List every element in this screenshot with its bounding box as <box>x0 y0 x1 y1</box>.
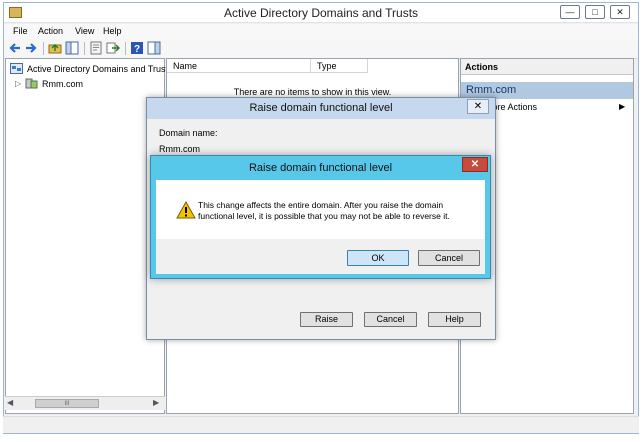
domain-name-label: Domain name: <box>159 128 218 138</box>
submenu-arrow-icon: ▶ <box>619 102 626 111</box>
cancel-button[interactable]: Cancel <box>364 312 417 327</box>
warning-icon <box>176 201 196 219</box>
up-folder-icon[interactable] <box>48 41 62 55</box>
title-bar: Active Directory Domains and Trusts — □ … <box>4 3 638 23</box>
expand-arrow-icon[interactable]: ▷ <box>15 79 21 88</box>
confirmation-message: This change affects the entire domain. A… <box>198 200 450 221</box>
toolbar-separator <box>125 42 126 55</box>
properties-icon[interactable] <box>89 41 103 55</box>
domain-name-value: Rmm.com <box>159 144 200 154</box>
scroll-right-icon[interactable]: ▶ <box>153 398 159 407</box>
column-header-type[interactable]: Type <box>311 59 368 73</box>
menu-action[interactable]: Action <box>33 25 68 37</box>
confirmation-close-button[interactable]: ✕ <box>462 157 488 172</box>
confirmation-dialog: Raise domain functional level ✕ This cha… <box>150 155 491 279</box>
export-list-icon[interactable] <box>106 41 120 55</box>
confirmation-cancel-button[interactable]: Cancel <box>418 250 480 266</box>
confirmation-footer: OK Cancel <box>156 239 485 274</box>
menu-view[interactable]: View <box>70 25 99 37</box>
confirmation-body: This change affects the entire domain. A… <box>156 180 485 239</box>
actions-header: Actions <box>461 59 633 75</box>
toolbar-separator <box>84 42 85 55</box>
toolbar: ? <box>4 39 638 59</box>
scroll-left-icon[interactable]: ◀ <box>7 398 13 407</box>
domains-trusts-icon <box>10 63 23 74</box>
tree-pane: Active Directory Domains and Trust ▷ Rmm… <box>5 58 168 414</box>
domain-icon <box>25 78 38 89</box>
ok-button[interactable]: OK <box>347 250 409 266</box>
forward-arrow-icon[interactable] <box>24 41 38 55</box>
tree-root[interactable]: Active Directory Domains and Trust <box>27 64 168 74</box>
dialog-title: Raise domain functional level <box>147 98 495 119</box>
maximize-button[interactable]: □ <box>585 5 605 19</box>
minimize-button[interactable]: — <box>560 5 580 19</box>
help-button[interactable]: Help <box>428 312 481 327</box>
confirmation-title: Raise domain functional level <box>248 162 393 174</box>
menu-help[interactable]: Help <box>98 25 127 37</box>
tree-horizontal-scrollbar[interactable]: ◀ III ▶ <box>5 396 165 410</box>
window-title: Active Directory Domains and Trusts <box>223 6 419 20</box>
dialog-close-button[interactable]: ✕ <box>467 99 489 114</box>
app-icon <box>9 7 22 18</box>
menu-bar: File Action View Help <box>4 24 638 39</box>
svg-text:?: ? <box>134 44 140 55</box>
back-arrow-icon[interactable] <box>8 41 22 55</box>
empty-list-message: There are no items to show in this view. <box>233 87 392 97</box>
status-bar <box>3 416 639 433</box>
scroll-thumb[interactable]: III <box>35 399 99 408</box>
raise-button[interactable]: Raise <box>300 312 353 327</box>
close-button[interactable]: ✕ <box>610 5 630 19</box>
column-header-name[interactable]: Name <box>167 59 311 73</box>
tree-item-domain[interactable]: Rmm.com <box>42 79 83 89</box>
help-icon[interactable]: ? <box>130 41 144 55</box>
show-tree-icon[interactable] <box>65 41 79 55</box>
show-action-pane-icon[interactable] <box>147 41 161 55</box>
menu-file[interactable]: File <box>8 25 33 37</box>
toolbar-separator <box>43 42 44 55</box>
